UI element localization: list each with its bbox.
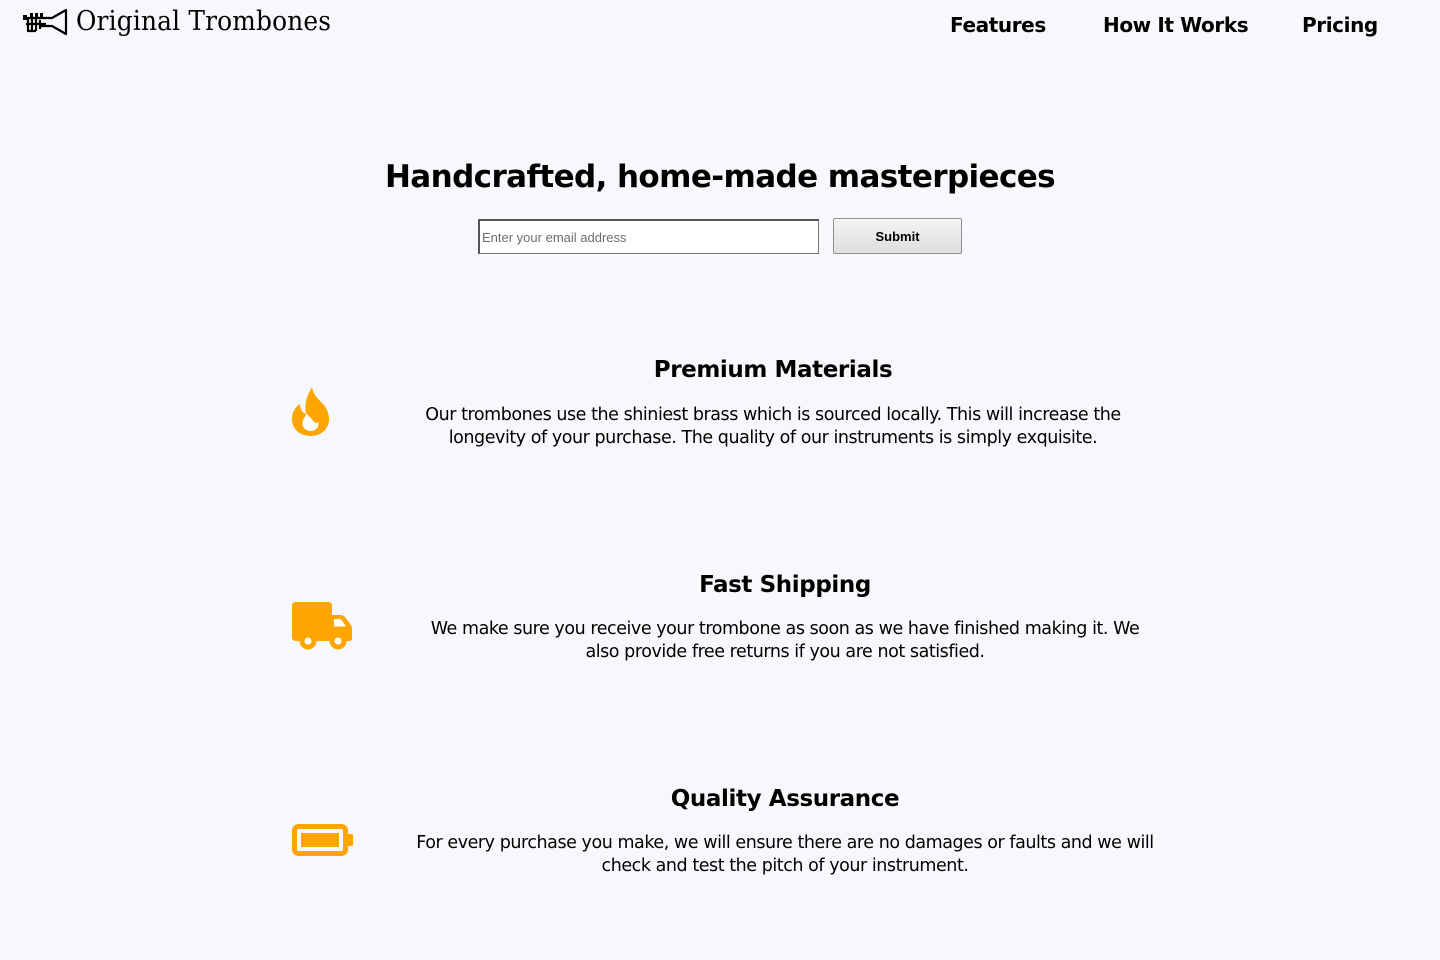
nav-link-pricing[interactable]: Pricing (1302, 12, 1378, 38)
submit-button[interactable]: Submit (833, 218, 962, 254)
feature-title: Premium Materials (653, 357, 893, 383)
feature-description: We make sure you receive your trombone a… (430, 619, 1140, 662)
site-header: Original Trombones Features How It Works… (0, 0, 1440, 52)
brand-name: Original Trombones (76, 6, 332, 37)
email-input[interactable] (478, 219, 819, 254)
nav-link-how-it-works[interactable]: How It Works (1103, 12, 1249, 38)
hero-title: Handcrafted, home-made masterpieces (384, 159, 1056, 195)
truck-icon (292, 602, 352, 650)
nav-link-features[interactable]: Features (950, 12, 1046, 38)
battery-icon (292, 824, 353, 856)
feature-title: Quality Assurance (670, 786, 900, 812)
brand-logo[interactable]: Original Trombones (22, 6, 353, 38)
fire-icon (292, 387, 329, 436)
feature-description: For every purchase you make, we will ens… (416, 833, 1154, 876)
feature-description: Our trombones use the shiniest brass whi… (425, 405, 1121, 448)
trombone-icon (23, 8, 68, 36)
feature-title: Fast Shipping (699, 572, 871, 598)
